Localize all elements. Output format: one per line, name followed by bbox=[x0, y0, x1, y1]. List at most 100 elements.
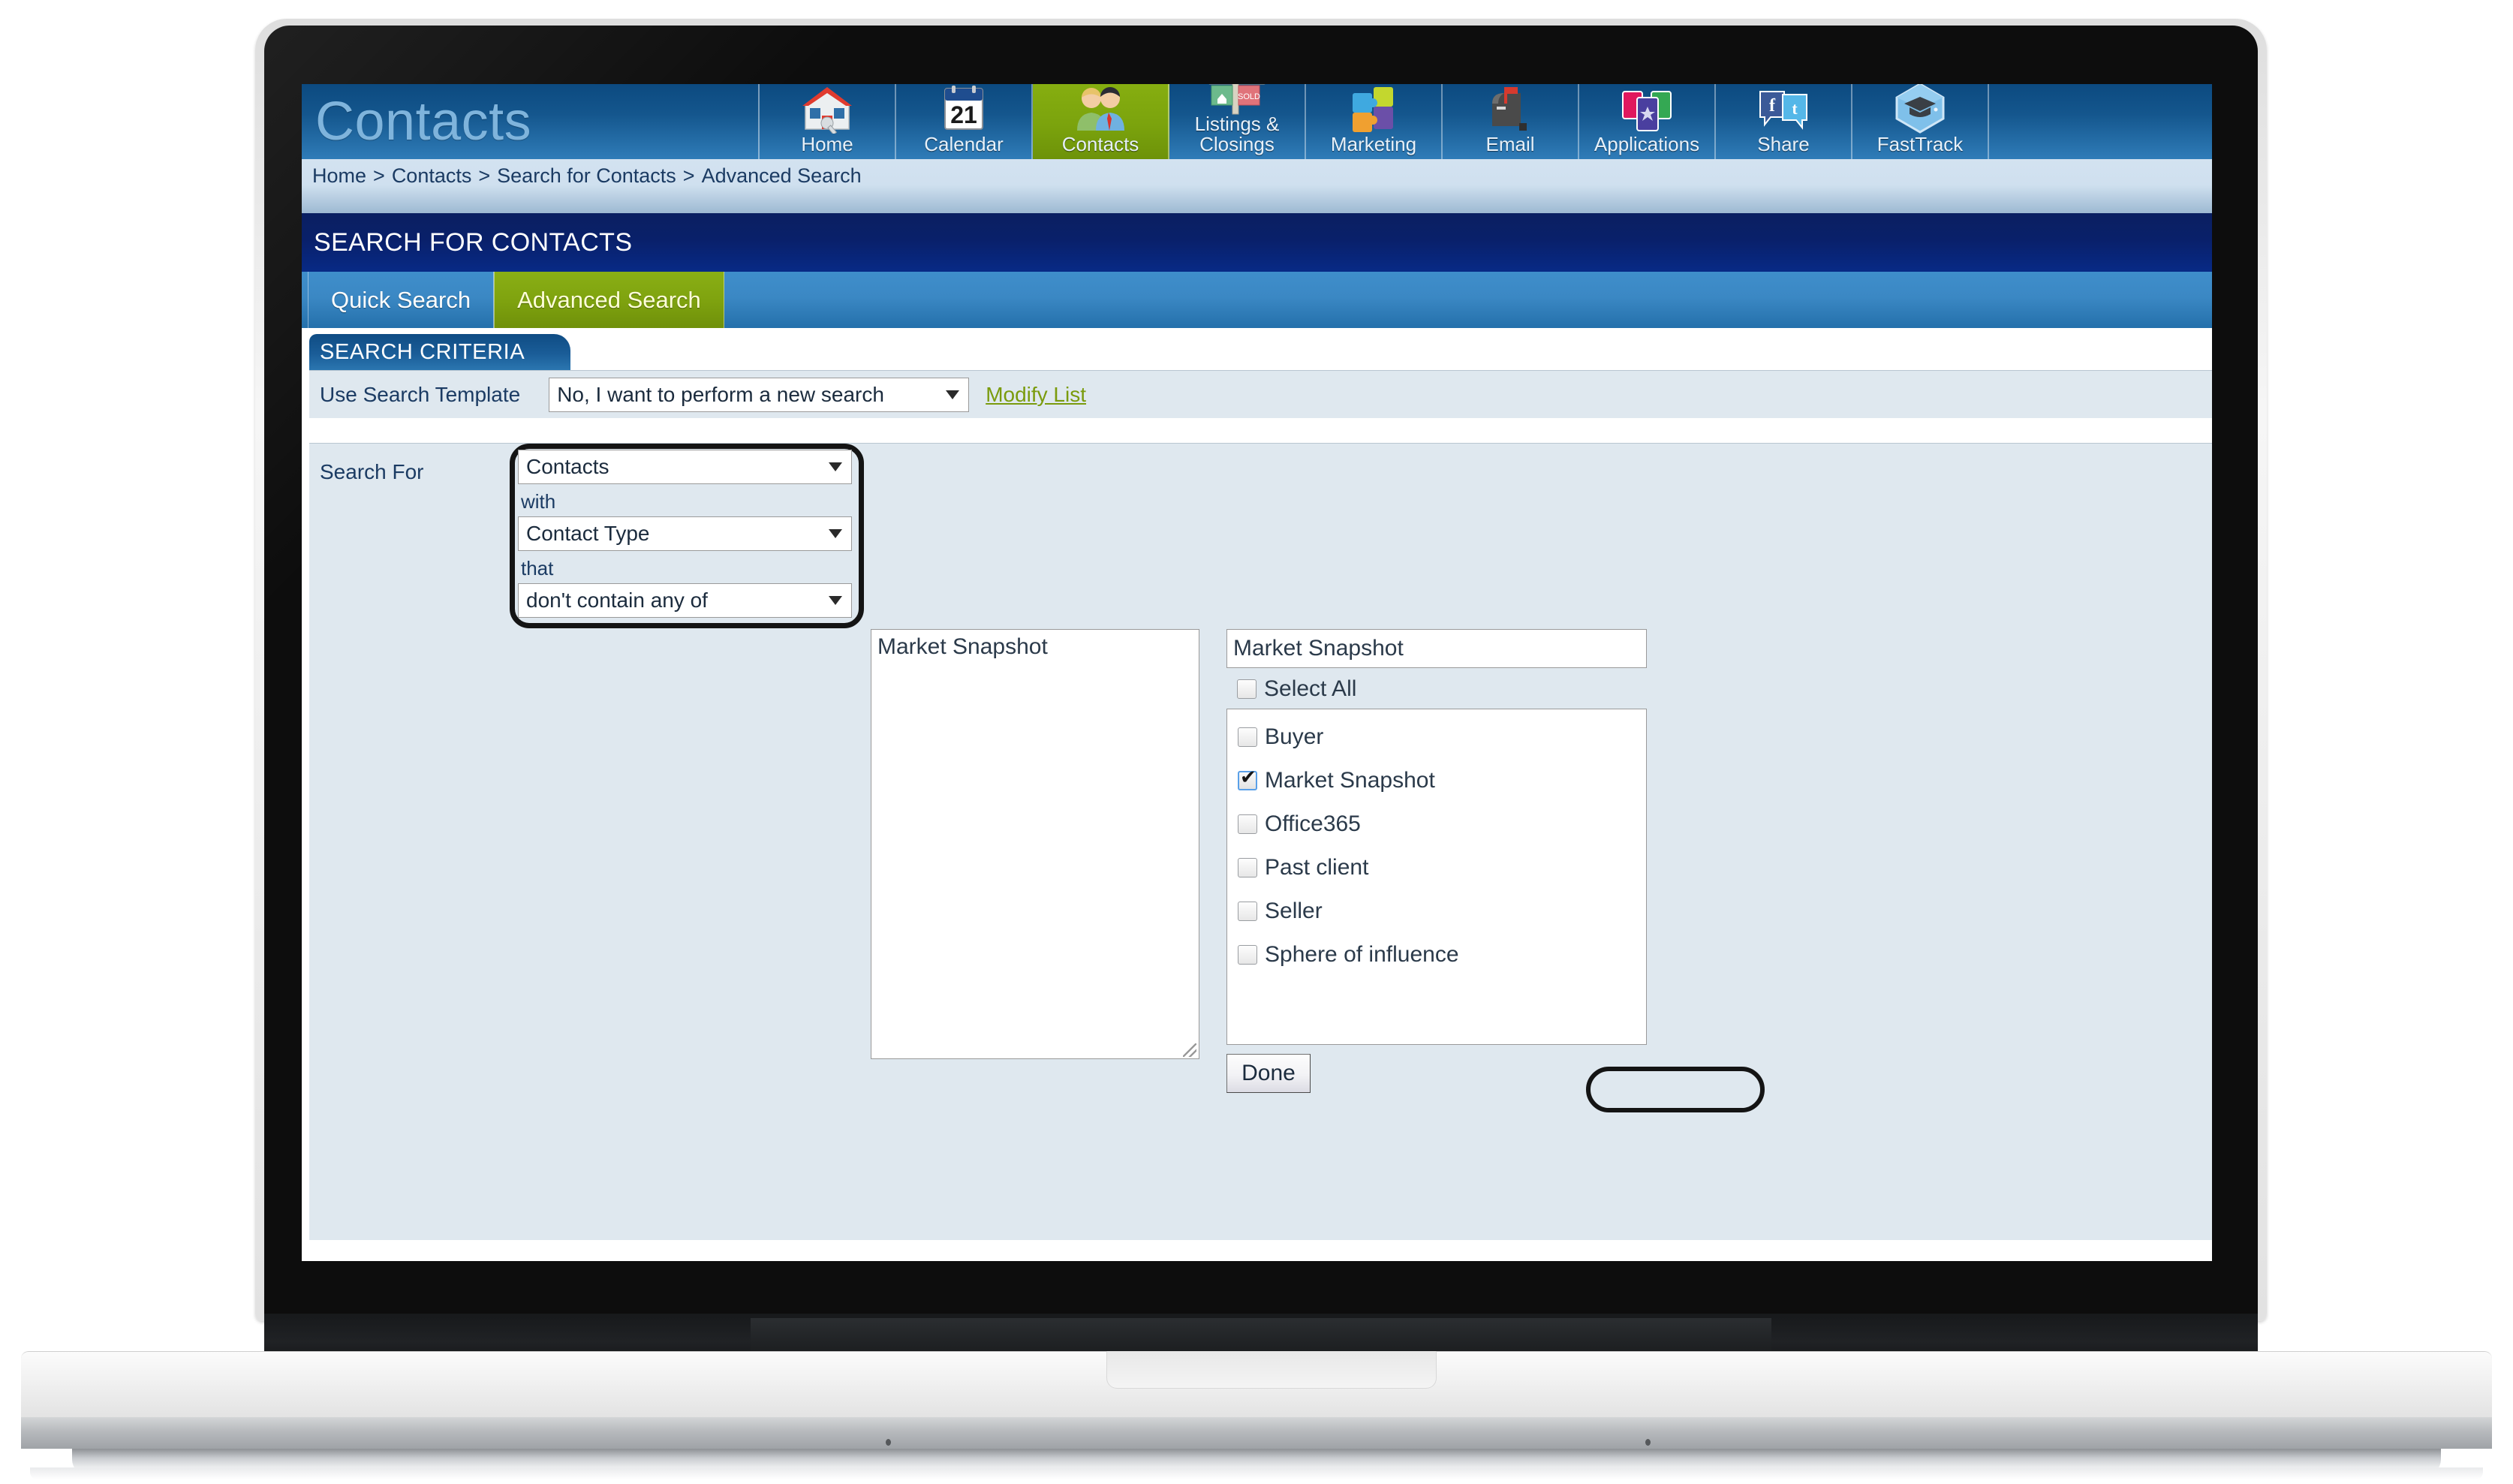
nav-item-marketing[interactable]: Marketing bbox=[1306, 84, 1443, 159]
nav-item-calendar[interactable]: 21 Calendar bbox=[896, 84, 1033, 159]
breadcrumb-item-home[interactable]: Home bbox=[312, 164, 366, 188]
list-item[interactable]: Office365 bbox=[1238, 802, 1646, 846]
option-checkbox[interactable] bbox=[1238, 902, 1257, 921]
option-label: Market Snapshot bbox=[1265, 768, 1435, 793]
house-icon bbox=[799, 86, 855, 134]
option-checkbox[interactable] bbox=[1238, 727, 1257, 747]
chevron-down-icon bbox=[829, 462, 842, 471]
nav-item-listings-closings[interactable]: SOLD Listings & Closings bbox=[1169, 84, 1306, 159]
laptop-base-notch bbox=[1106, 1351, 1437, 1389]
app-header: Contacts Home 21 Calendar Contacts SOLD … bbox=[302, 84, 2212, 159]
breadcrumb-separator: > bbox=[478, 164, 491, 187]
option-checkbox[interactable] bbox=[1238, 814, 1257, 834]
nav-label: Marketing bbox=[1330, 133, 1417, 155]
apps-icon bbox=[1618, 87, 1675, 134]
selected-values-text: Market Snapshot bbox=[877, 634, 1048, 659]
laptop-mockup: Contacts Home 21 Calendar Contacts SOLD … bbox=[0, 0, 2513, 1484]
option-label: Buyer bbox=[1265, 724, 1324, 749]
done-button[interactable]: Done bbox=[1226, 1054, 1311, 1093]
tab-bar: Quick Search Advanced Search bbox=[302, 272, 2212, 328]
social-icon: f t bbox=[1756, 87, 1811, 134]
people-icon bbox=[1073, 84, 1128, 134]
svg-text:t: t bbox=[1792, 99, 1798, 118]
mailbox-icon bbox=[1485, 84, 1536, 134]
breadcrumb: Home > Contacts > Search for Contacts > … bbox=[302, 159, 2212, 213]
entity-value: Contacts bbox=[526, 455, 609, 478]
breadcrumb-item-contacts[interactable]: Contacts bbox=[392, 164, 472, 188]
laptop-base-foot-dot bbox=[886, 1439, 891, 1446]
chevron-down-icon bbox=[829, 529, 842, 538]
field-value: Contact Type bbox=[526, 522, 650, 545]
nav-item-home[interactable]: Home bbox=[760, 84, 896, 159]
operator-select[interactable]: don't contain any of bbox=[518, 583, 852, 618]
nav-item-applications[interactable]: Applications bbox=[1579, 84, 1716, 159]
nav-item-contacts[interactable]: Contacts bbox=[1033, 84, 1169, 159]
option-checkbox[interactable] bbox=[1238, 858, 1257, 877]
selected-values-textarea[interactable]: Market Snapshot bbox=[871, 629, 1199, 1059]
graduation-hex-icon bbox=[1894, 84, 1946, 134]
select-all-checkbox[interactable] bbox=[1237, 679, 1256, 699]
breadcrumb-separator: > bbox=[682, 164, 695, 187]
breadcrumb-item-search-for-contacts[interactable]: Search for Contacts bbox=[497, 164, 676, 188]
screen-viewport: Contacts Home 21 Calendar Contacts SOLD … bbox=[302, 84, 2212, 1261]
page-title: SEARCH FOR CONTACTS bbox=[302, 213, 2212, 272]
nav-label: Home bbox=[801, 133, 853, 155]
nav-label: Contacts bbox=[1061, 133, 1139, 155]
tab-advanced-search[interactable]: Advanced Search bbox=[494, 272, 724, 328]
option-label: Sphere of influence bbox=[1265, 942, 1459, 967]
operator-value: don't contain any of bbox=[526, 588, 708, 612]
nav-item-fasttrack[interactable]: FastTrack bbox=[1852, 84, 1989, 159]
nav-label: Share bbox=[1757, 133, 1810, 155]
chevron-down-icon bbox=[946, 390, 960, 399]
laptop-base-mid bbox=[21, 1417, 2492, 1449]
use-search-template-label: Use Search Template bbox=[320, 382, 521, 406]
list-item[interactable]: Sphere of influence bbox=[1238, 933, 1646, 977]
svg-text:SOLD: SOLD bbox=[1238, 92, 1260, 101]
list-item[interactable]: Seller bbox=[1238, 889, 1646, 933]
option-list[interactable]: Buyer Market Snapshot Office365 bbox=[1226, 709, 1647, 1045]
option-checkbox[interactable] bbox=[1238, 945, 1257, 965]
contact-type-picker: Market Snapshot Select All Buyer ✔ Marke… bbox=[1226, 629, 1647, 1093]
field-select[interactable]: Contact Type bbox=[518, 516, 852, 551]
picker-input-value: Market Snapshot bbox=[1233, 636, 1404, 661]
row-divider bbox=[309, 418, 2212, 443]
modify-list-link[interactable]: Modify List bbox=[986, 383, 1086, 407]
svg-text:21: 21 bbox=[950, 101, 977, 128]
search-for-dropdown-group: Contacts with Contact Type that don't co… bbox=[518, 450, 856, 618]
list-item[interactable]: Market Snapshot bbox=[1238, 759, 1646, 802]
nav-label: Listings & Closings bbox=[1194, 113, 1280, 155]
select-all-row[interactable]: Select All bbox=[1226, 670, 1647, 709]
option-checkbox[interactable] bbox=[1238, 767, 1257, 790]
select-all-label: Select All bbox=[1264, 676, 1357, 701]
picker-search-input[interactable]: Market Snapshot bbox=[1226, 629, 1647, 668]
chevron-down-icon bbox=[829, 596, 842, 605]
laptop-base-foot-dot bbox=[1645, 1439, 1651, 1446]
nav-item-share[interactable]: f t Share bbox=[1716, 84, 1852, 159]
resize-grip-icon[interactable] bbox=[1183, 1043, 1196, 1057]
svg-text:f: f bbox=[1769, 96, 1776, 116]
puzzle-icon bbox=[1348, 84, 1399, 134]
laptop-base-foot bbox=[30, 1467, 2483, 1479]
search-for-row: Search For Contacts with Contact Type th… bbox=[309, 443, 2212, 1240]
nav-label: FastTrack bbox=[1876, 133, 1964, 155]
sold-sign-icon: SOLD bbox=[1205, 84, 1269, 115]
tab-quick-search[interactable]: Quick Search bbox=[308, 272, 495, 328]
nav-label: Email bbox=[1485, 133, 1535, 155]
brand-title: Contacts bbox=[302, 84, 760, 159]
nav-label: Applications bbox=[1594, 133, 1700, 155]
use-search-template-row: Use Search Template No, I want to perfor… bbox=[309, 370, 2212, 418]
nav-label: Calendar bbox=[924, 133, 1004, 155]
nav-item-email[interactable]: Email bbox=[1443, 84, 1579, 159]
option-label: Past client bbox=[1265, 855, 1369, 880]
list-item[interactable]: Past client bbox=[1238, 846, 1646, 889]
search-for-label: Search For bbox=[320, 460, 424, 483]
search-template-select[interactable]: No, I want to perform a new search bbox=[549, 377, 970, 412]
option-label: Office365 bbox=[1265, 811, 1361, 836]
that-label: that bbox=[521, 557, 554, 579]
option-label: Seller bbox=[1265, 899, 1323, 923]
application-window: Contacts Home 21 Calendar Contacts SOLD … bbox=[302, 84, 2212, 1261]
breadcrumb-item-advanced-search[interactable]: Advanced Search bbox=[702, 164, 862, 188]
entity-select[interactable]: Contacts bbox=[518, 450, 852, 484]
list-item[interactable]: Buyer bbox=[1238, 715, 1646, 759]
search-criteria-panel: SEARCH CRITERIA Use Search Template No, … bbox=[302, 328, 2212, 1261]
